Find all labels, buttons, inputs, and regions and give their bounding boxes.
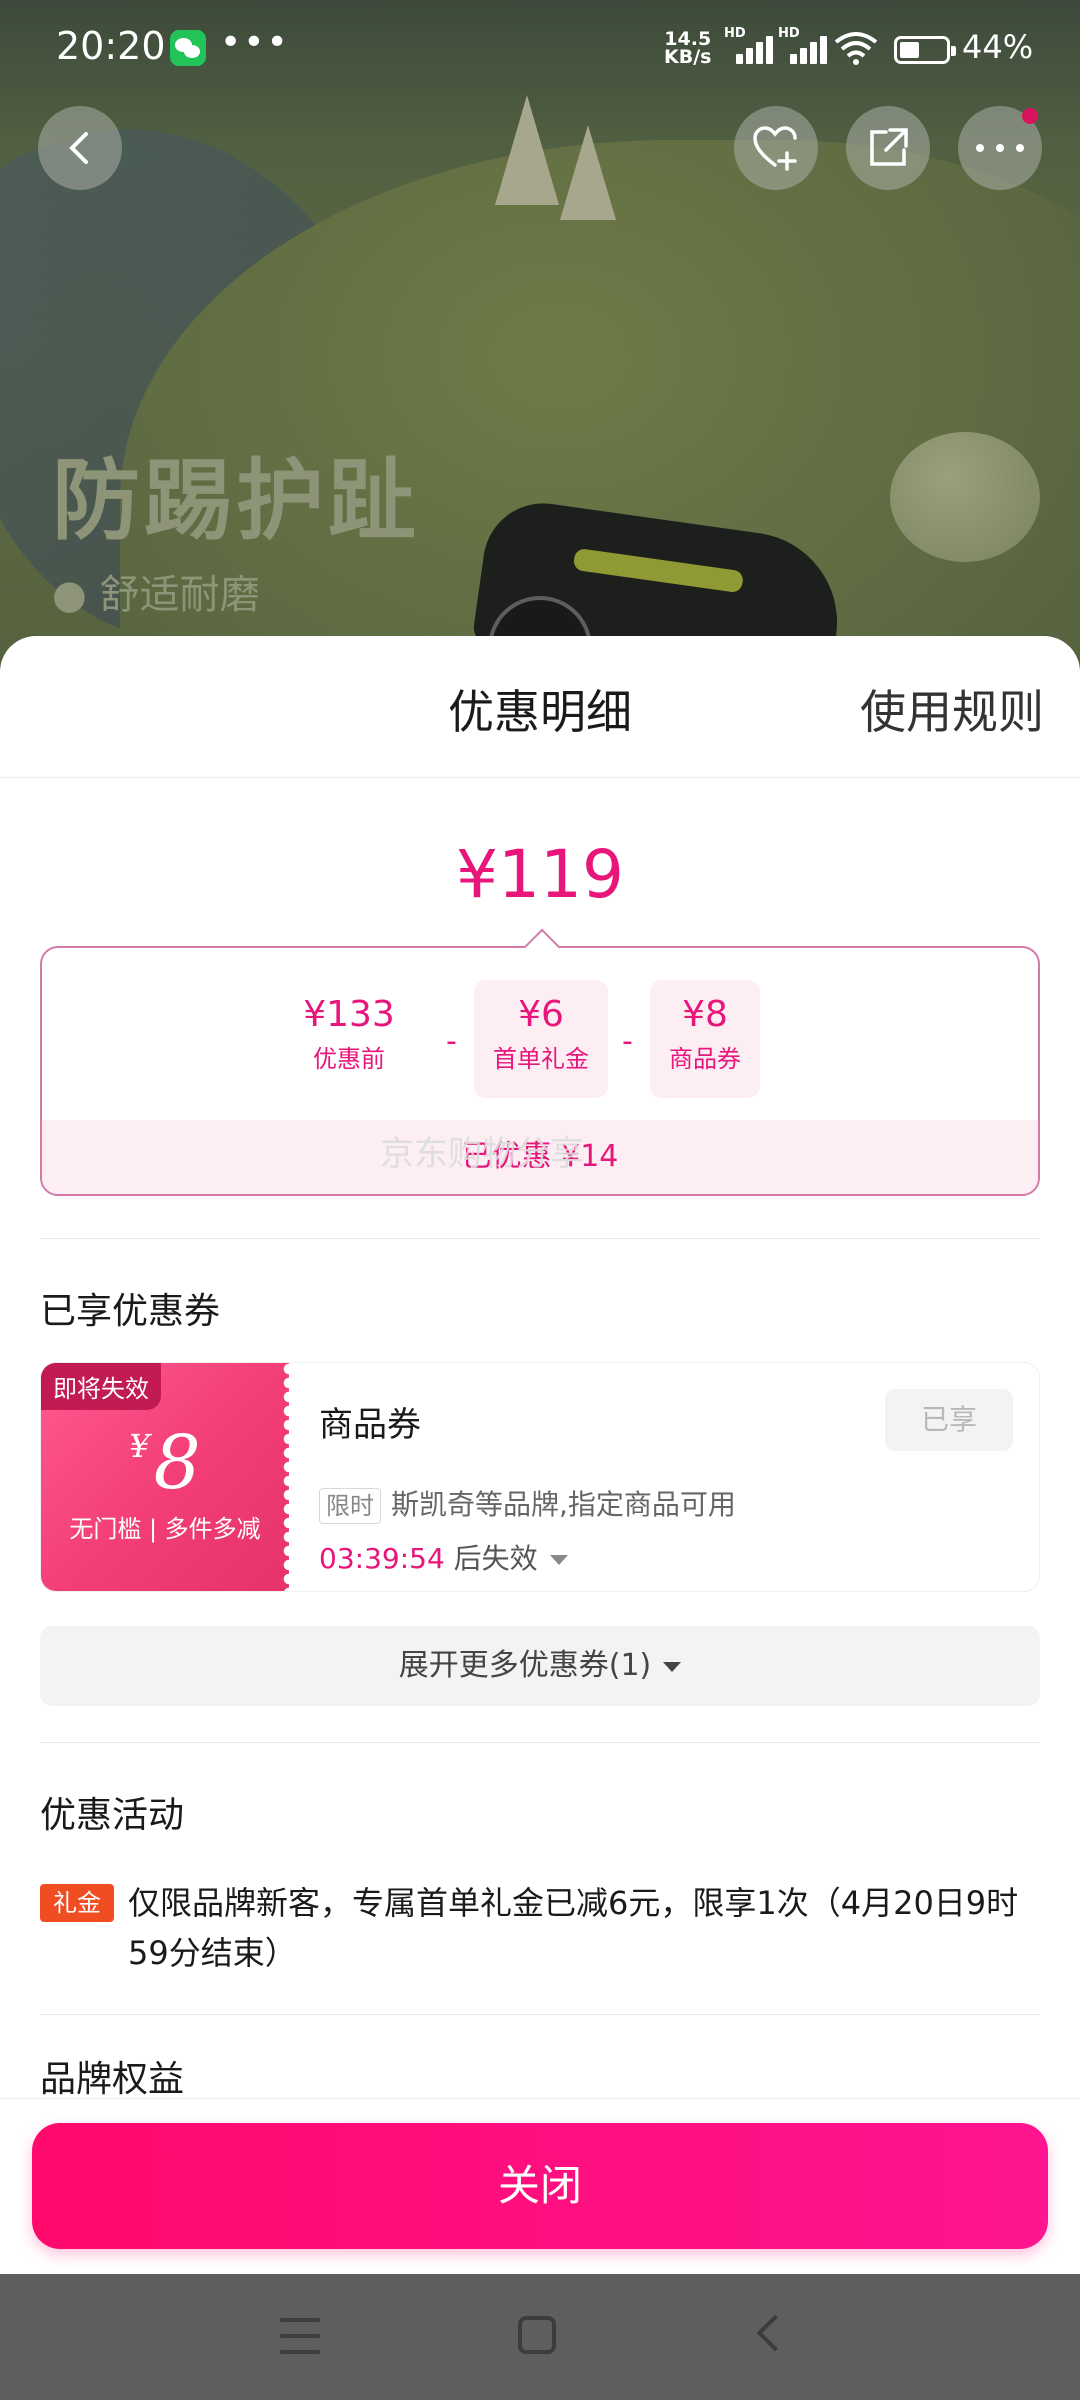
coupons-section-title: 已享优惠券 — [40, 1291, 221, 1332]
system-navigation-bar — [0, 2274, 1080, 2400]
tree-decoration — [495, 95, 559, 205]
tree-decoration — [560, 125, 616, 220]
network-speed: 14.5 KB/s — [664, 28, 712, 68]
battery-icon — [894, 36, 956, 64]
activities-section-title: 优惠活动 — [40, 1795, 185, 1836]
brand-section-title: 品牌权益 — [40, 2059, 185, 2100]
divider — [40, 1238, 1040, 1239]
share-icon — [870, 128, 908, 166]
product-subline: ● 舒适耐磨 — [52, 572, 260, 618]
product-image-background: 防踢护趾 ● 舒适耐磨 — [0, 0, 1080, 700]
heart-plus-icon — [753, 126, 797, 171]
coupon-card[interactable]: 即将失效 ¥8 无门槛 | 多件多减 商品券 已享 限时 斯凯奇等品牌,指定商品可… — [40, 1362, 1040, 1592]
chevron-down-icon — [549, 1555, 568, 1565]
minus-sign: - — [446, 1024, 457, 1059]
divider — [40, 2014, 1040, 2015]
coupon-info: 商品券 已享 限时 斯凯奇等品牌,指定商品可用 03:39:54 后失效 — [319, 1363, 1039, 1591]
product-headline: 防踢护趾 — [52, 449, 421, 552]
breakdown-gift: ¥6 首单礼金 — [474, 980, 608, 1098]
back-button[interactable] — [38, 106, 122, 190]
favorite-button[interactable] — [734, 106, 818, 190]
gift-tag: 礼金 — [40, 1884, 114, 1922]
share-button[interactable] — [846, 106, 930, 190]
coupon-description: 限时 斯凯奇等品牌,指定商品可用 — [319, 1483, 736, 1524]
usage-rules-link[interactable]: 使用规则 — [860, 676, 1044, 742]
activity-text: 仅限品牌新客，专属首单礼金已减6元，限享1次（4月20日9时59分结束） — [128, 1884, 1019, 1972]
home-icon[interactable] — [518, 2316, 556, 2354]
back-icon[interactable] — [756, 2314, 794, 2352]
coupon-condition: 无门槛 | 多件多减 — [69, 1515, 261, 1543]
mascot-decoration — [890, 432, 1040, 562]
coupon-status-button[interactable]: 已享 — [885, 1389, 1013, 1451]
breakdown-original: ¥133 优惠前 — [303, 994, 395, 1073]
minus-sign: - — [622, 1024, 633, 1059]
signal-icon: HD — [724, 26, 776, 64]
discount-detail-sheet: 优惠明细 使用规则 ¥119 ¥133 优惠前 - ¥6 首单礼金 - ¥8 商… — [0, 636, 1080, 2274]
battery-percent: 44% — [962, 28, 1034, 66]
more-dots-icon — [976, 144, 1024, 152]
chevron-down-icon — [663, 1661, 682, 1672]
watermark: 京东购物分享 — [380, 1134, 584, 1174]
status-bar: 20:20 ••• 14.5 KB/s HD HD 44% — [0, 0, 1080, 96]
recent-apps-icon[interactable] — [280, 2318, 320, 2354]
status-time: 20:20 — [56, 24, 166, 68]
final-price: ¥119 — [456, 836, 624, 913]
breakdown-coupon: ¥8 商品券 — [650, 980, 760, 1098]
sheet-header: 优惠明细 使用规则 — [0, 636, 1080, 778]
coupon-value-panel: 即将失效 ¥8 无门槛 | 多件多减 — [41, 1363, 295, 1591]
divider — [40, 1742, 1040, 1743]
wechat-notification-icon — [170, 30, 206, 66]
signal-icon: HD — [778, 26, 830, 64]
more-notifications-icon: ••• — [220, 22, 290, 63]
coupon-value: ¥8 — [129, 1420, 201, 1506]
more-options-button[interactable] — [958, 106, 1042, 190]
bottom-action-bar: 关闭 — [0, 2098, 1080, 2274]
wifi-icon — [834, 32, 878, 65]
limited-time-tag: 限时 — [319, 1488, 381, 1524]
expand-more-coupons-button[interactable]: 展开更多优惠券(1) — [40, 1626, 1040, 1706]
expiring-badge: 即将失效 — [41, 1363, 161, 1410]
coupon-name: 商品券 — [319, 1405, 421, 1445]
coupon-countdown[interactable]: 03:39:54 后失效 — [319, 1537, 568, 1577]
close-button[interactable]: 关闭 — [32, 2123, 1048, 2249]
notification-dot — [1022, 108, 1038, 124]
chevron-left-icon — [69, 132, 88, 164]
